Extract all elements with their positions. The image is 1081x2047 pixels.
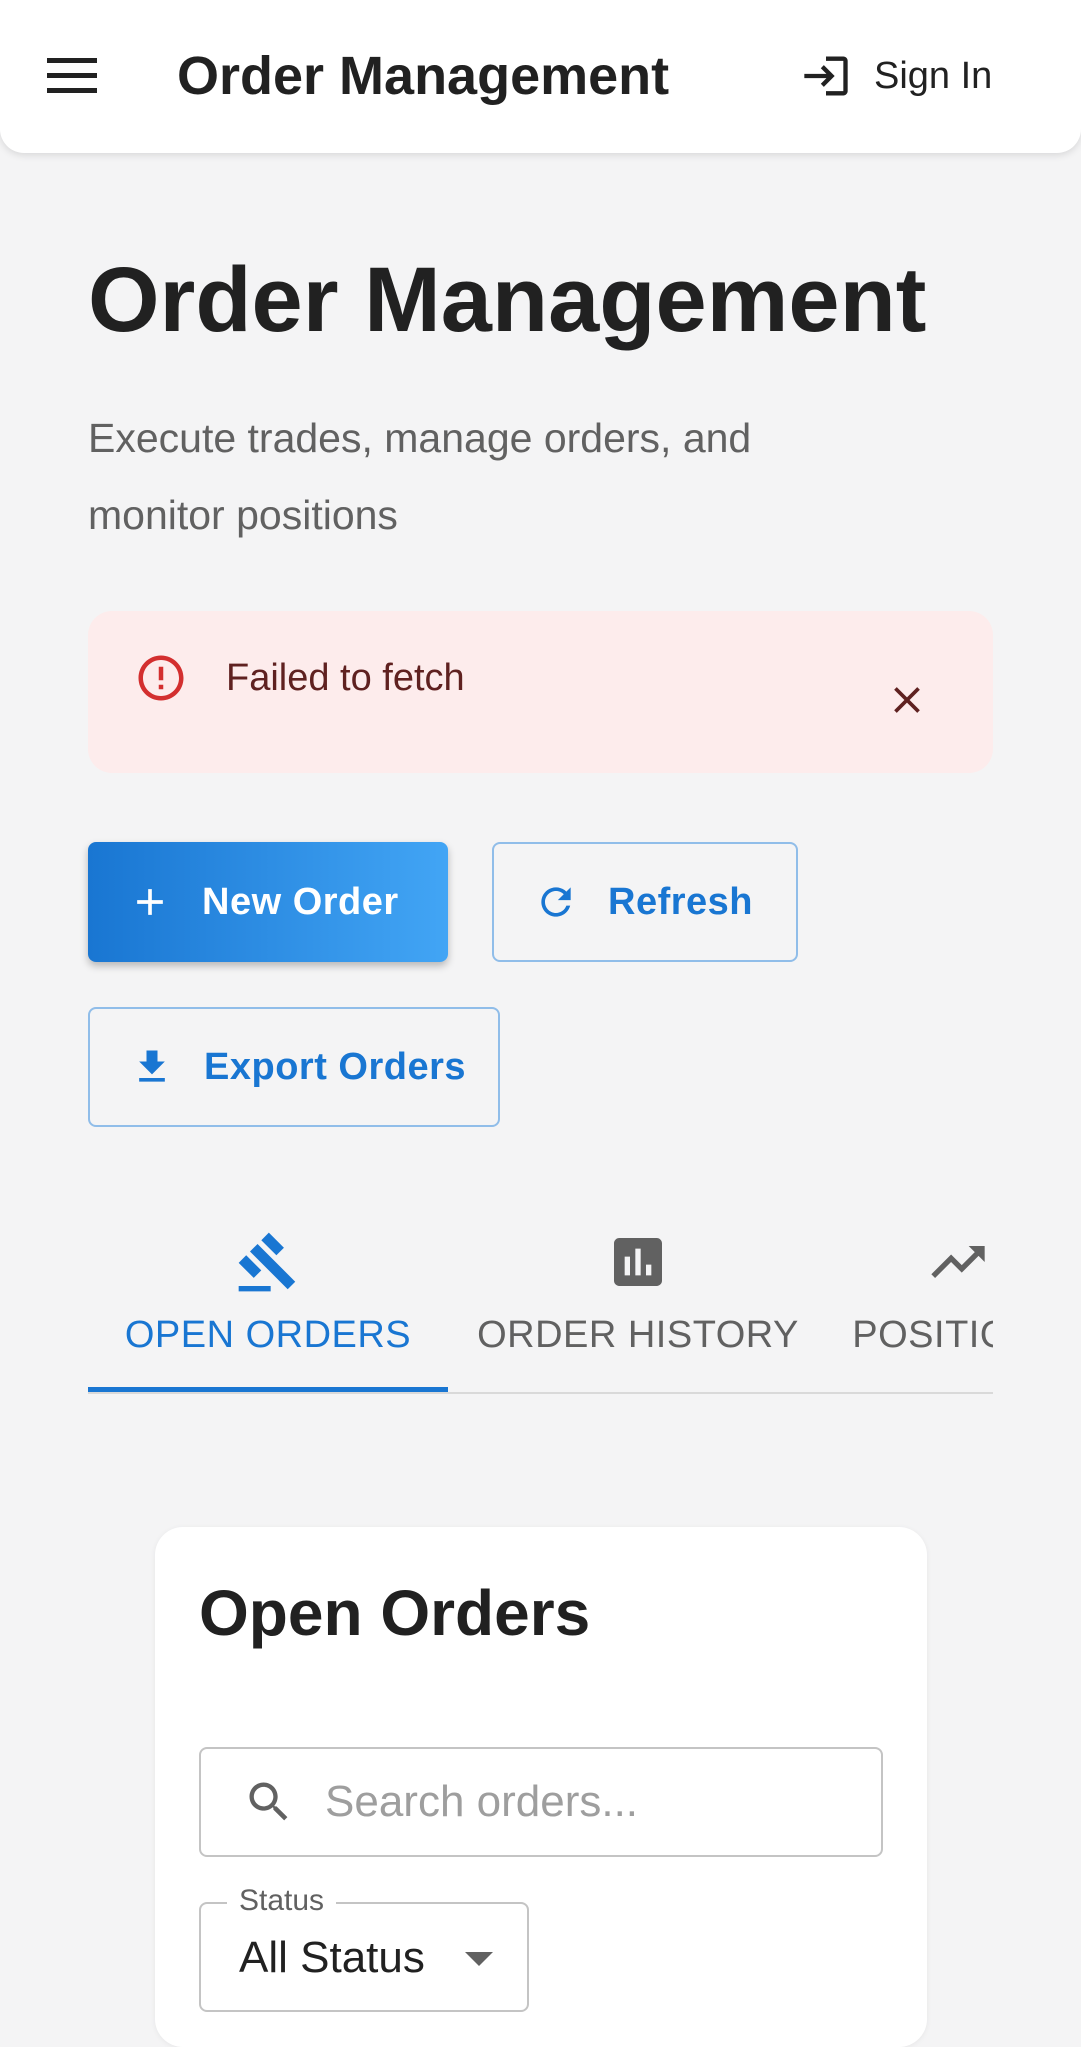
- add-icon: [137, 889, 163, 915]
- alert-message: Failed to fetch: [226, 657, 465, 699]
- error-alert: Failed to fetch: [88, 611, 993, 773]
- download-icon: [139, 1050, 165, 1082]
- app-bar: Order Management Sign In: [0, 0, 1081, 153]
- bar-chart-icon: [614, 1238, 662, 1286]
- tab-order-history-label: ORDER HISTORY: [477, 1314, 799, 1356]
- caret-down-icon: [465, 1952, 493, 1966]
- search-input[interactable]: [325, 1777, 845, 1827]
- search-field[interactable]: [199, 1747, 883, 1857]
- close-icon: [894, 687, 920, 713]
- open-orders-card: Open Orders Status All Status: [155, 1527, 927, 2047]
- refresh-button[interactable]: Refresh: [492, 842, 798, 962]
- active-tab-indicator: [88, 1387, 448, 1392]
- error-outline-icon: [138, 655, 184, 701]
- export-orders-button[interactable]: Export Orders: [88, 1007, 500, 1127]
- tab-open-orders[interactable]: OPEN ORDERS: [88, 1220, 448, 1392]
- status-filter-label: Status: [227, 1884, 337, 1918]
- status-filter-select[interactable]: Status All Status: [199, 1884, 529, 2012]
- page-title: Order Management: [88, 249, 927, 351]
- refresh-icon: [541, 887, 571, 917]
- tab-order-history[interactable]: ORDER HISTORY: [448, 1220, 828, 1392]
- alert-close-button[interactable]: [880, 673, 934, 727]
- export-orders-label: Export Orders: [204, 1045, 467, 1088]
- open-orders-title: Open Orders: [199, 1577, 591, 1649]
- gavel-icon: [238, 1232, 296, 1292]
- trending-icon: [931, 1246, 985, 1278]
- page-subtitle: Execute trades, manage orders, and monit…: [88, 415, 752, 538]
- tab-positions-label: POSITIONS: [852, 1314, 993, 1356]
- app-bar-title: Order Management: [177, 46, 670, 106]
- refresh-label: Refresh: [608, 880, 753, 923]
- status-filter-value: All Status: [239, 1933, 425, 1982]
- sign-in-button[interactable]: Sign In: [800, 44, 992, 108]
- new-order-button[interactable]: New Order: [88, 842, 448, 962]
- new-order-label: New Order: [202, 880, 399, 923]
- login-icon: [804, 56, 848, 96]
- tab-open-orders-label: OPEN ORDERS: [124, 1314, 412, 1356]
- tab-positions[interactable]: POSITIONS: [828, 1220, 993, 1392]
- menu-icon: [47, 58, 97, 93]
- orders-tabs: OPEN ORDERS ORDER HISTORY POSITIONS: [88, 1220, 993, 1394]
- search-icon: [249, 1782, 288, 1821]
- menu-button[interactable]: [36, 44, 108, 108]
- sign-in-label: Sign In: [874, 54, 993, 97]
